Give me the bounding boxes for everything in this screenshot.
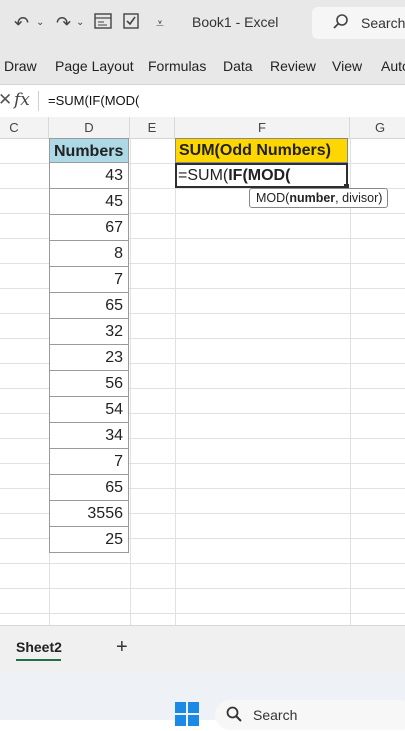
number-cell[interactable]: 25 [49,527,129,553]
title-bar: ↶ ⌄ ↷ ⌄ ⩡ Book1 - Excel Search [0,0,405,46]
formula-bar: ✕ fx =SUM(IF(MOD( [0,85,405,118]
function-tooltip: MOD(number, divisor) [249,188,388,208]
result-header-cell[interactable]: SUM(Odd Numbers) [175,138,348,163]
formula-input[interactable]: =SUM(IF(MOD( [48,93,139,108]
worksheet-grid[interactable]: Numbers 43 45 67 8 7 65 32 23 56 54 34 7 65 3556 25 SUM… [0,138,405,625]
number-cell[interactable]: 7 [49,449,129,475]
active-sheet-indicator [16,659,61,661]
tab-data[interactable]: Data [223,58,253,74]
windows-start-icon[interactable] [175,702,199,726]
gridline [350,138,351,625]
active-cell-editor[interactable]: =SUM(IF(MOD( [175,163,348,188]
taskbar: Search [0,672,405,730]
form-icon[interactable] [94,12,112,34]
number-cell[interactable]: 8 [49,241,129,267]
tooltip-current-arg: number [289,191,336,205]
ribbon-tabs: Draw Page Layout Formulas Data Review Vi… [0,46,405,85]
tab-draw[interactable]: Draw [4,58,37,74]
formula-bold-part: IF(MOD( [228,167,291,184]
number-cell[interactable]: 23 [49,345,129,371]
formula-bar-divider [38,91,39,111]
tab-view[interactable]: View [332,58,362,74]
number-cell[interactable]: 3556 [49,501,129,527]
column-header-g[interactable]: G [350,117,405,138]
search-box[interactable]: Search [312,7,405,39]
undo-dropdown-icon[interactable]: ⌄ [36,12,44,34]
sheet-tab-active[interactable]: Sheet2 [16,639,62,655]
gridline [130,138,131,625]
gridline [0,563,405,564]
formula-prefix: =SUM( [178,167,229,184]
number-cell[interactable]: 56 [49,371,129,397]
tooltip-rest: , divisor) [335,191,383,205]
number-cell[interactable]: 34 [49,423,129,449]
customize-toolbar-icon[interactable]: ⩡ [156,12,164,34]
number-cell[interactable]: 65 [49,293,129,319]
checkbox-icon[interactable] [122,12,140,34]
gridline [0,613,405,614]
tooltip-function: MOD( [256,191,290,205]
column-headers: C D E F G [0,117,405,139]
column-header-f[interactable]: F [175,117,350,138]
taskbar-search-icon [225,705,243,728]
gridline [0,588,405,589]
taskbar-search-label: Search [253,707,298,723]
tab-review[interactable]: Review [270,58,316,74]
number-cell[interactable]: 32 [49,319,129,345]
number-cell[interactable]: 7 [49,267,129,293]
sheet-tab-bar: Sheet2 + [0,625,405,673]
column-header-c[interactable]: C [0,117,49,138]
numbers-header-cell[interactable]: Numbers [49,138,129,163]
number-cell[interactable]: 67 [49,215,129,241]
redo-dropdown-icon[interactable]: ⌄ [76,12,84,34]
window-title: Book1 - Excel [192,14,279,30]
gridline [175,138,176,625]
number-cell[interactable]: 45 [49,189,129,215]
cancel-icon[interactable]: ✕ [0,90,12,110]
tab-page-layout[interactable]: Page Layout [55,58,134,74]
number-cell[interactable]: 65 [49,475,129,501]
number-cell[interactable]: 43 [49,163,129,189]
search-icon [332,13,350,36]
column-header-d[interactable]: D [49,117,130,138]
taskbar-search[interactable]: Search [215,700,405,730]
number-cell[interactable]: 54 [49,397,129,423]
search-label: Search [361,15,405,31]
insert-function-icon[interactable]: fx [14,90,30,110]
column-header-e[interactable]: E [130,117,175,138]
tab-automate[interactable]: Auto [381,58,405,74]
undo-icon[interactable]: ↶ [14,12,29,34]
add-sheet-button[interactable]: + [116,636,128,659]
tab-formulas[interactable]: Formulas [148,58,206,74]
redo-icon[interactable]: ↷ [56,12,71,34]
